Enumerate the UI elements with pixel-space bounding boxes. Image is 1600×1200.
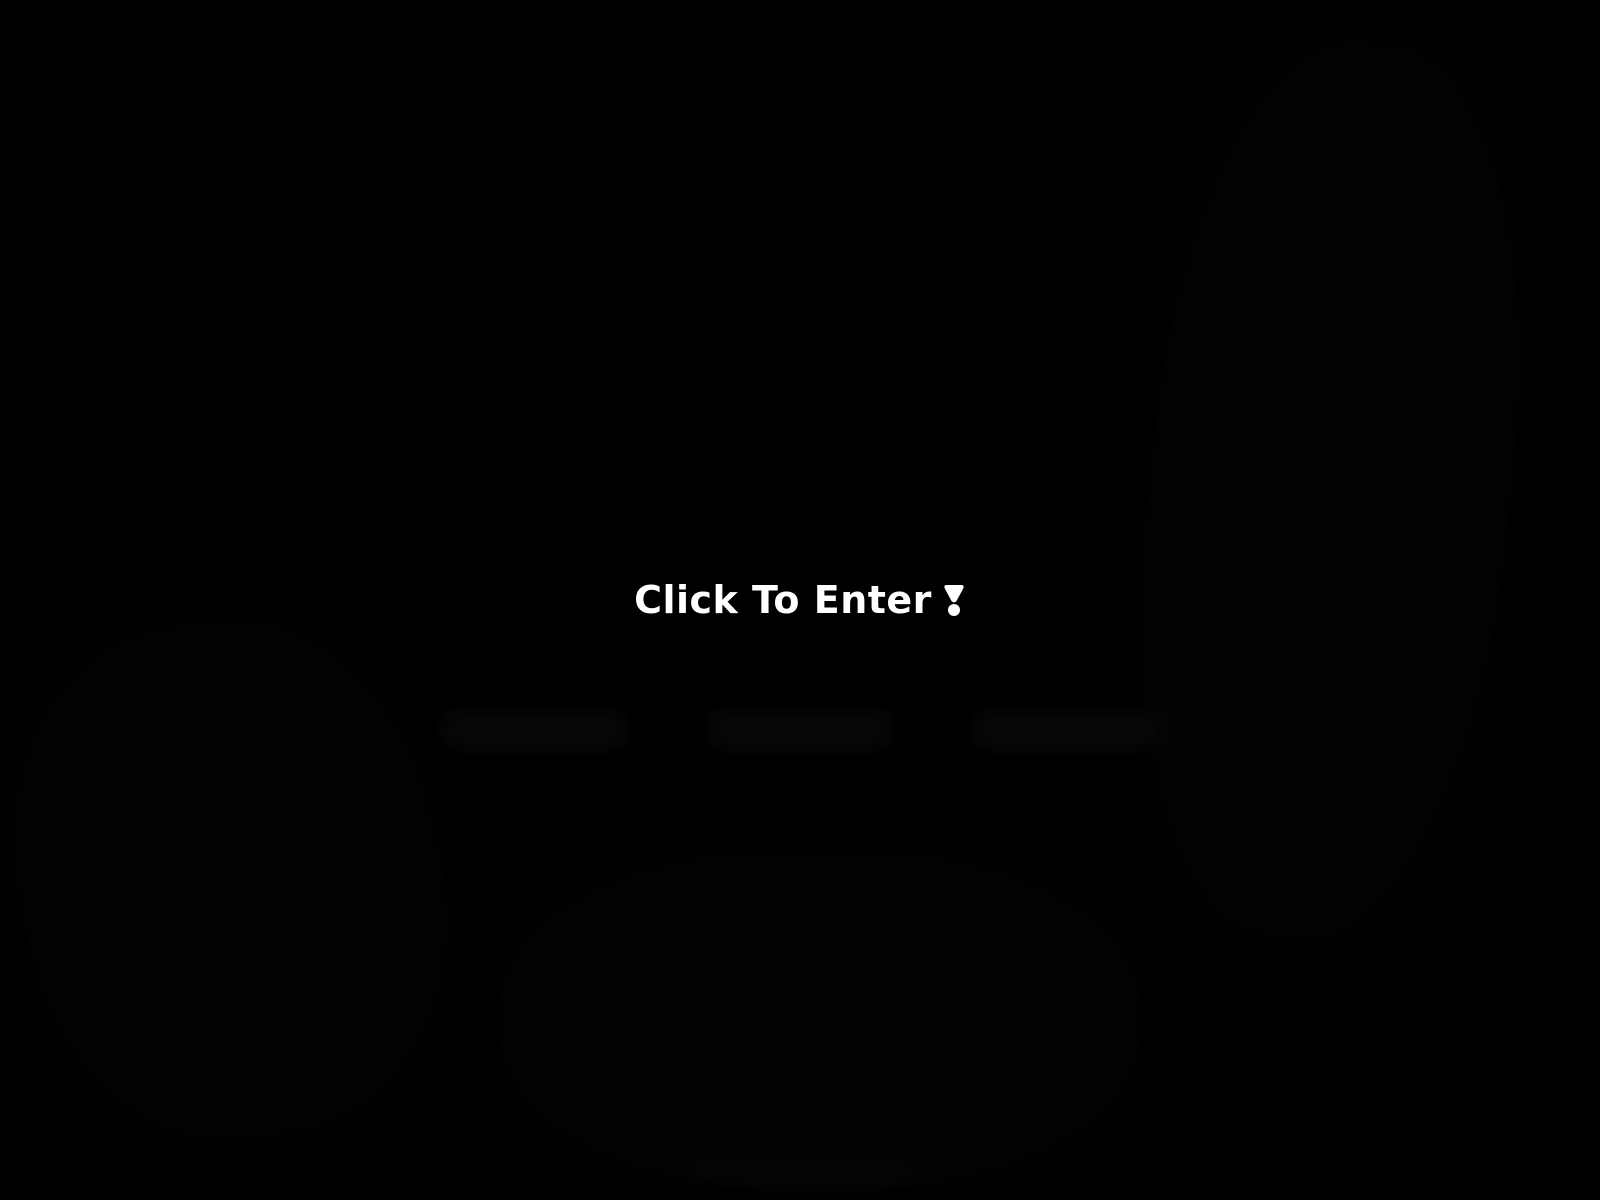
click-to-enter-button[interactable]: Click To Enter [0,572,1600,628]
exclamation-icon [942,583,966,617]
enter-overlay[interactable]: Click To Enter [0,0,1600,1200]
enter-label: Click To Enter [634,578,932,622]
splash-screen: Click To Enter [0,0,1600,1200]
